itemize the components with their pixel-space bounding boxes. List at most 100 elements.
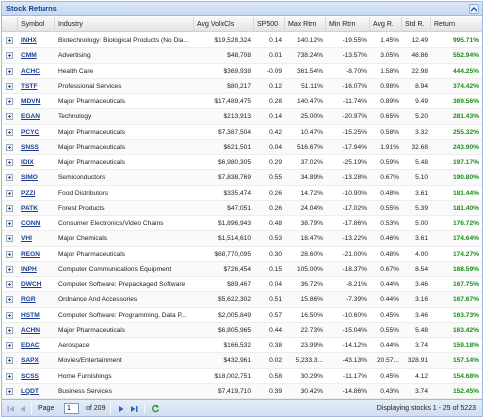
expand-row-icon[interactable] bbox=[6, 98, 13, 105]
symbol-link[interactable]: PATK bbox=[21, 205, 38, 212]
expand-row-icon[interactable] bbox=[6, 128, 13, 136]
refresh-icon[interactable] bbox=[150, 403, 161, 414]
symbol-link[interactable]: SCSS bbox=[21, 373, 39, 380]
table-row[interactable]: EDAC Aerospace $166,532 0.38 23.99% -14.12% 0.… bbox=[2, 338, 482, 354]
symbol-link[interactable]: PZZI bbox=[21, 190, 35, 197]
table-row[interactable]: VHI Major Chemicals $1,514,610 0.53 18.47% -1… bbox=[2, 231, 482, 247]
column-header-max-rtrn[interactable]: Max Rtrn bbox=[285, 17, 326, 32]
table-row[interactable]: ACHN Major Pharmaceuticals $6,805,965 0.44 2… bbox=[2, 322, 482, 338]
std-r-cell-container: 3.32 bbox=[402, 125, 431, 140]
expand-row-icon[interactable] bbox=[6, 311, 13, 319]
expand-row-icon[interactable] bbox=[6, 372, 13, 380]
symbol-link[interactable]: VHI bbox=[21, 235, 32, 242]
expand-row-icon[interactable] bbox=[6, 189, 13, 197]
avg-volcls-cell: $621,501 bbox=[223, 143, 251, 151]
table-row[interactable]: SIMO Semiconductors $7,838,769 0.55 34.89% -1… bbox=[2, 170, 482, 186]
expand-row-icon[interactable] bbox=[6, 113, 13, 121]
column-header-avg-volcls[interactable]: Avg VolxCls bbox=[194, 17, 254, 32]
table-row[interactable]: EGAN Technology $213,913 0.14 25.00% -20.97% 0… bbox=[2, 109, 482, 125]
table-row[interactable]: LQDT Business Services $7,419,710 0.39 30.42… bbox=[2, 383, 482, 399]
symbol-link[interactable]: SAPX bbox=[21, 357, 39, 364]
table-row[interactable]: INHX Biotechnology: Biological Products (… bbox=[2, 33, 482, 49]
industry-cell-container: Advertising bbox=[55, 48, 194, 63]
expand-row-icon[interactable] bbox=[6, 159, 13, 166]
expand-row-icon[interactable] bbox=[6, 67, 13, 75]
symbol-link[interactable]: CONN bbox=[21, 220, 40, 227]
column-header-avg-r[interactable]: Avg R. bbox=[370, 17, 402, 32]
table-row[interactable]: SNSS Major Pharmaceuticals $621,501 0.04 516… bbox=[2, 139, 482, 155]
expand-row-icon[interactable] bbox=[6, 387, 13, 395]
table-row[interactable]: PCYC Major Pharmaceuticals $7,387,504 0.42 1… bbox=[2, 125, 482, 140]
table-row[interactable]: INPH Computer Communications Equipment $72… bbox=[2, 261, 482, 277]
collapse-icon[interactable] bbox=[469, 4, 479, 14]
expand-row-icon[interactable] bbox=[6, 143, 13, 151]
sp500-cell: 0.44 bbox=[269, 326, 282, 334]
page-number-input[interactable] bbox=[64, 403, 79, 414]
prev-page-icon[interactable] bbox=[18, 403, 28, 414]
table-row[interactable]: SCSS Home Furnishings $18,002,751 0.58 30.29… bbox=[2, 369, 482, 384]
symbol-link-container: INHX bbox=[18, 33, 55, 48]
symbol-link[interactable]: SIMO bbox=[21, 174, 38, 181]
expand-row-icon[interactable] bbox=[6, 37, 13, 44]
symbol-link[interactable]: LQDT bbox=[21, 388, 39, 395]
std-r-cell-container: 5.39 bbox=[402, 201, 431, 216]
column-header-min-rtrn[interactable]: Min Rtrn bbox=[326, 17, 370, 32]
table-row[interactable]: MDVN Major Pharmaceuticals $17,489,475 0.28… bbox=[2, 94, 482, 110]
table-row[interactable]: SAPX Movies/Entertainment $432,961 0.02 5,23… bbox=[2, 353, 482, 369]
expand-row-icon[interactable] bbox=[6, 250, 13, 258]
table-row[interactable]: TSTF Professional Services $80,217 0.12 51.1… bbox=[2, 78, 482, 94]
table-row[interactable]: PATK Forest Products $47,051 0.26 24.04% -17.… bbox=[2, 200, 482, 216]
table-row[interactable]: IDIX Major Pharmaceuticals $6,980,305 0.29 3… bbox=[2, 155, 482, 171]
avg-volcls-cell: $47,051 bbox=[227, 204, 251, 212]
table-row[interactable]: REGN Major Pharmaceuticals $68,770,095 0.30… bbox=[2, 247, 482, 262]
expand-row-icon[interactable] bbox=[6, 296, 13, 304]
expand-row-icon[interactable] bbox=[6, 82, 13, 90]
symbol-link[interactable]: ACHC bbox=[21, 68, 40, 75]
symbol-link[interactable]: ACHN bbox=[21, 327, 40, 334]
symbol-link[interactable]: DWCH bbox=[21, 281, 42, 288]
column-header-symbol[interactable]: Symbol bbox=[18, 17, 55, 32]
expand-row-icon[interactable] bbox=[6, 326, 13, 334]
symbol-link[interactable]: IDIX bbox=[21, 159, 34, 166]
column-header-industry[interactable]: Industry bbox=[55, 17, 194, 32]
table-row[interactable]: ACHC Health Care $369,938 -0.09 361.54% -8.70… bbox=[2, 64, 482, 79]
expand-row-icon[interactable] bbox=[6, 235, 13, 243]
symbol-link[interactable]: RGR bbox=[21, 296, 36, 303]
symbol-link[interactable]: MDVN bbox=[21, 98, 40, 105]
expand-row-icon[interactable] bbox=[6, 265, 13, 273]
table-row[interactable]: PZZI Food Distributors $335,474 0.26 14.72% -… bbox=[2, 186, 482, 201]
expand-row-icon[interactable] bbox=[6, 220, 13, 227]
expand-row-icon[interactable] bbox=[6, 174, 13, 182]
sp500-cell-container: 0.26 bbox=[254, 201, 285, 216]
symbol-link[interactable]: HSTM bbox=[21, 312, 40, 319]
symbol-link[interactable]: INPH bbox=[21, 266, 37, 273]
sp500-cell: 0.15 bbox=[269, 265, 282, 273]
column-header-return[interactable]: Return bbox=[431, 17, 482, 32]
table-row[interactable]: RGR Ordnance And Accessories $5,622,302 0.5… bbox=[2, 292, 482, 308]
industry-cell-container: Health Care bbox=[55, 64, 194, 79]
symbol-link[interactable]: REGN bbox=[21, 251, 40, 258]
panel-title: Stock Returns bbox=[6, 4, 57, 13]
expand-row-icon[interactable] bbox=[6, 52, 13, 60]
symbol-link[interactable]: EDAC bbox=[21, 342, 40, 349]
symbol-link[interactable]: INHX bbox=[21, 37, 37, 44]
table-row[interactable]: HSTM Computer Software: Programming, Data… bbox=[2, 308, 482, 323]
next-page-icon[interactable] bbox=[116, 403, 126, 414]
expand-row-icon[interactable] bbox=[6, 281, 13, 288]
symbol-link[interactable]: CMM bbox=[21, 52, 37, 59]
min-rtrn-cell: -43.13% bbox=[342, 357, 367, 365]
symbol-link[interactable]: SNSS bbox=[21, 144, 39, 151]
column-header-sp500[interactable]: SP500 bbox=[254, 17, 285, 32]
expand-row-icon[interactable] bbox=[6, 357, 13, 365]
last-page-icon[interactable] bbox=[129, 403, 139, 414]
expand-row-icon[interactable] bbox=[6, 342, 13, 349]
table-row[interactable]: CMM Advertising $48,708 0.01 738.24% -13.57% 3… bbox=[2, 48, 482, 64]
symbol-link[interactable]: TSTF bbox=[21, 83, 37, 90]
expand-row-icon[interactable] bbox=[6, 204, 13, 212]
symbol-link[interactable]: PCYC bbox=[21, 129, 39, 136]
table-row[interactable]: CONN Consumer Electronics/Video Chains $1,… bbox=[2, 216, 482, 232]
symbol-link[interactable]: EGAN bbox=[21, 113, 40, 120]
first-page-icon[interactable] bbox=[6, 403, 16, 414]
column-header-std-r[interactable]: Std R. bbox=[402, 17, 431, 32]
table-row[interactable]: DWCH Computer Software: Prepackaged Softw… bbox=[2, 277, 482, 293]
